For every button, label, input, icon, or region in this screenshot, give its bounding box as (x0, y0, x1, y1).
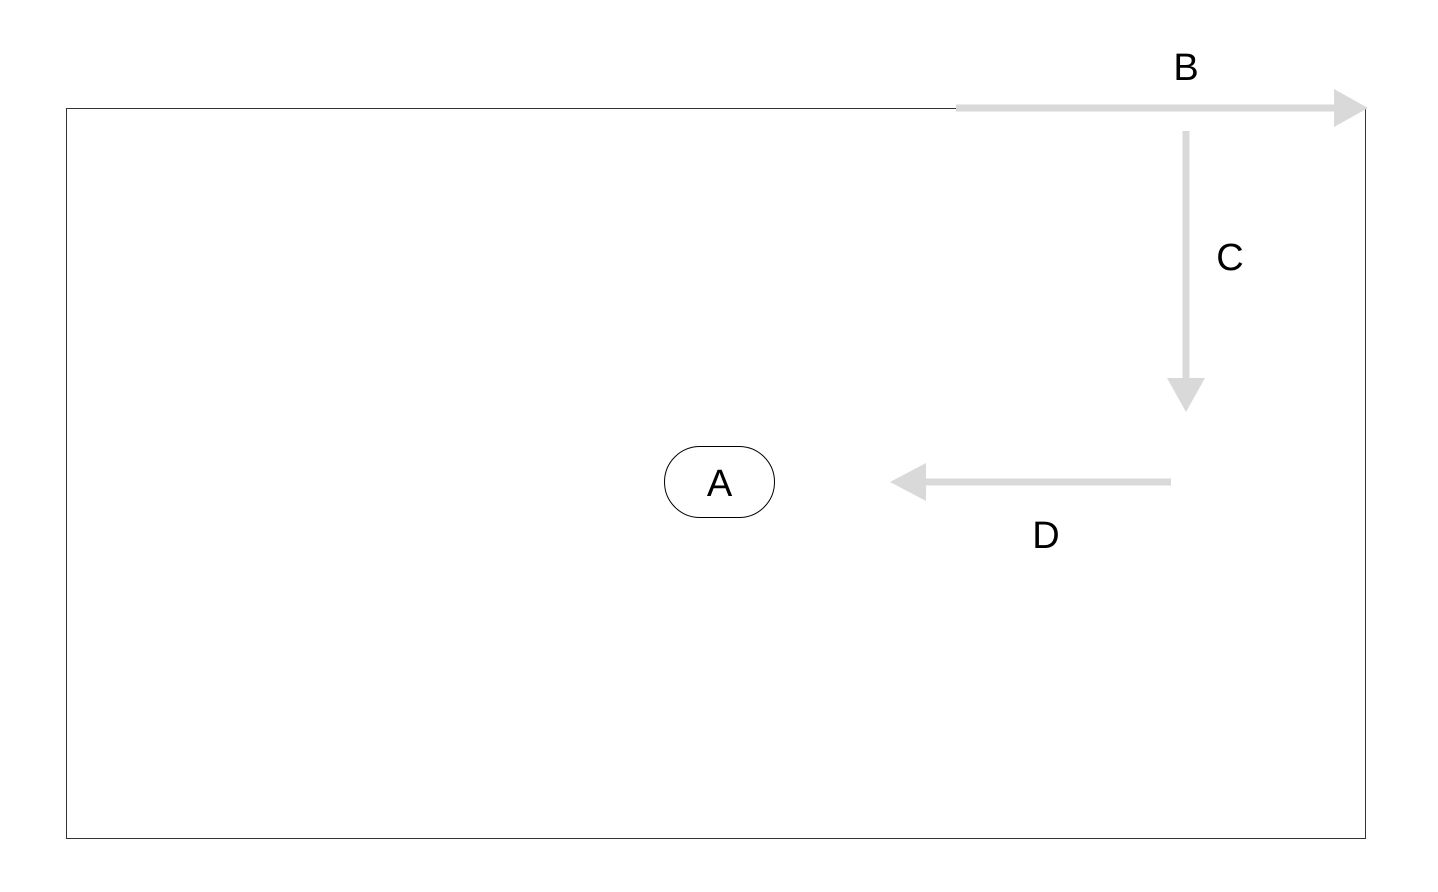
node-a: A (665, 447, 775, 518)
arrow-d-head (890, 463, 926, 501)
arrow-c (1167, 131, 1205, 412)
arrow-b-label: B (1173, 47, 1198, 89)
diagram-canvas: B C D A (0, 0, 1438, 892)
arrow-b-head (1334, 89, 1368, 127)
diagram-svg: B C D A (0, 0, 1438, 892)
arrow-c-label: C (1216, 237, 1243, 279)
arrow-d (890, 463, 1171, 501)
arrow-b (956, 89, 1368, 127)
arrow-c-head (1167, 378, 1205, 412)
node-a-label: A (707, 463, 733, 505)
arrow-d-label: D (1032, 515, 1059, 557)
